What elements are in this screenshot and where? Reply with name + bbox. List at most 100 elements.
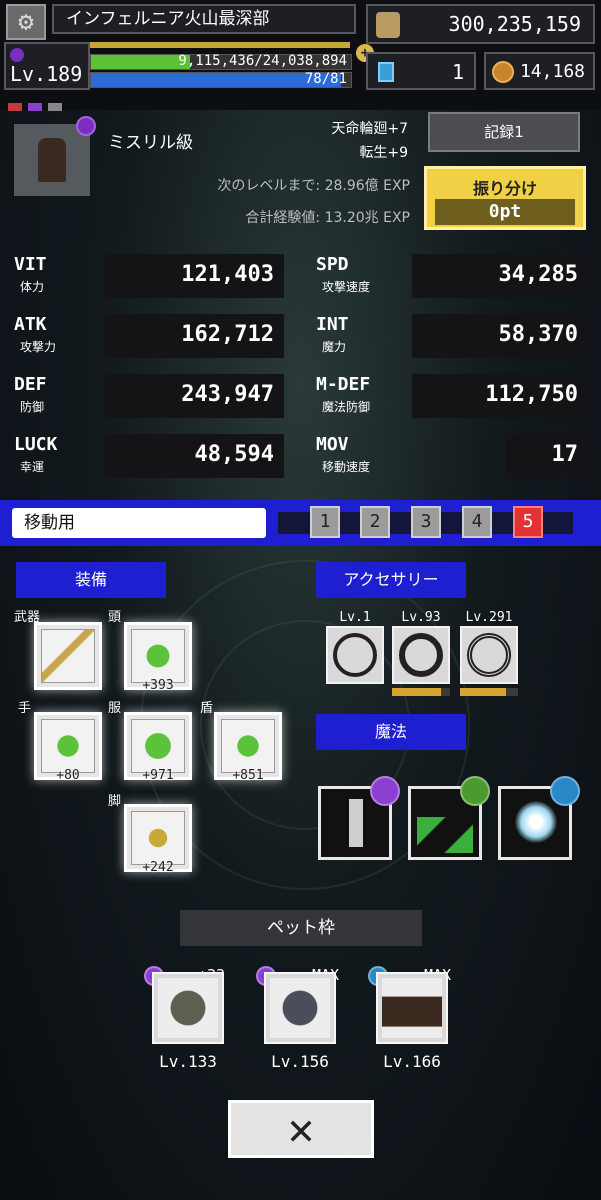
rank-orb-icon: [10, 48, 24, 62]
stat-label-def: DEF: [14, 374, 47, 395]
legs-slot[interactable]: +242: [124, 804, 192, 875]
pet-slot-1[interactable]: [152, 972, 224, 1044]
buff-icon-purple: [28, 103, 42, 111]
accessory-2-level: Lv.93: [401, 610, 441, 625]
stat-jp-mdef: 魔法防御: [322, 400, 371, 414]
gargoyle-icon: [270, 978, 330, 1038]
head-slot-label: 頭: [108, 610, 122, 625]
stat-box-int: 58,370: [412, 314, 588, 358]
head-slot[interactable]: +393: [124, 622, 192, 693]
legs-slot-label: 脚: [108, 794, 122, 809]
dragon-gauntlet-icon: [41, 719, 95, 773]
gold-amount: 300,235,159: [448, 12, 581, 36]
pet-slot-3[interactable]: [376, 972, 448, 1044]
weapon-slot[interactable]: [34, 622, 102, 690]
magic-3-orb-icon: [550, 776, 580, 806]
status-effect-icons: [8, 96, 78, 111]
hp-bar: 9,115,436/24,038,894: [90, 53, 352, 70]
loadout-slot-1[interactable]: 1: [310, 506, 340, 538]
stat-value-vit: 121,403: [181, 262, 274, 287]
accessory-1-level: Lv.1: [339, 610, 371, 625]
head-bonus: +393: [142, 678, 174, 693]
player-level: Lv.189: [10, 62, 83, 86]
coin-panel: 14,168: [484, 52, 595, 90]
legs-bonus: +242: [142, 860, 174, 875]
hand-slot-label: 手: [18, 701, 32, 716]
pet-1-level: Lv.133: [159, 1052, 217, 1071]
dragon-boots-icon: [131, 811, 185, 865]
stat-label-mov: MOV: [316, 434, 349, 455]
loadout-slot-5[interactable]: 5: [513, 506, 543, 538]
stat-box-luck: 48,594: [104, 434, 284, 478]
accessory-slot-3[interactable]: [460, 626, 518, 684]
pet-3-level: Lv.166: [383, 1052, 441, 1071]
coin-amount: 14,168: [519, 61, 585, 82]
stat-box-vit: 121,403: [104, 254, 284, 298]
accessory-slot-1[interactable]: [326, 626, 384, 684]
close-button[interactable]: ✕: [228, 1100, 374, 1158]
knight-chess-icon: [333, 633, 377, 677]
mp-text: 78/81: [304, 71, 347, 87]
record-button[interactable]: 記録1: [428, 112, 580, 152]
stat-label-mdef: M-DEF: [316, 374, 371, 395]
shield-slot[interactable]: +851: [214, 712, 282, 783]
stat-jp-vit: 体力: [20, 280, 45, 294]
slime-egg-icon: [158, 978, 218, 1038]
stat-jp-def: 防御: [20, 400, 45, 414]
loadout-slot-4[interactable]: 4: [462, 506, 492, 538]
stat-jp-spd: 攻撃速度: [322, 280, 371, 294]
level-panel: Lv.189: [4, 42, 90, 90]
hand-slot[interactable]: +80: [34, 712, 102, 783]
dragon-helmet-icon: [131, 629, 185, 683]
stat-label-spd: SPD: [316, 254, 349, 275]
next-level-exp: 次のレベルまで: 28.96億 EXP: [217, 178, 410, 194]
loadout-slot-2[interactable]: 2: [360, 506, 390, 538]
allocate-points: 0pt: [435, 199, 575, 225]
gold-panel: 300,235,159: [366, 4, 595, 44]
stat-box-spd: 34,285: [412, 254, 588, 298]
stat-box-mov: 17: [506, 434, 588, 478]
spear-icon: [41, 629, 95, 683]
mp-fill: [91, 73, 341, 87]
allocate-points-button[interactable]: 振り分け 0pt: [424, 166, 586, 230]
body-bonus: +971: [142, 768, 174, 783]
stat-value-luck: 48,594: [194, 442, 274, 467]
loadout-slot-3[interactable]: 3: [411, 506, 441, 538]
stat-jp-atk: 攻撃力: [20, 340, 57, 354]
dragon-shield-icon: [221, 719, 275, 773]
equipment-header: 装備: [16, 562, 166, 598]
settings-gear-icon[interactable]: ⚙: [6, 4, 46, 40]
fate-cycle: 天命輪廻+7: [331, 121, 408, 137]
dragon-armor-icon: [131, 719, 185, 773]
allocate-label: 振り分け: [472, 179, 537, 198]
gem-icon: [378, 62, 394, 82]
magic-2-orb-icon: [460, 776, 490, 806]
stat-label-vit: VIT: [14, 254, 47, 275]
stat-value-spd: 34,285: [498, 262, 578, 287]
accessory-3-level: Lv.291: [465, 610, 513, 625]
close-x-icon: ✕: [287, 1104, 315, 1155]
rank-orb-icon: [76, 116, 96, 136]
shield-bonus: +851: [232, 768, 264, 783]
stat-box-atk: 162,712: [104, 314, 284, 358]
accessory-slot-2[interactable]: [392, 626, 450, 684]
accessory-header: アクセサリー: [316, 562, 466, 598]
coin-icon: [492, 61, 514, 83]
pirate-ship-icon: [382, 978, 442, 1038]
ice-burst-spell-icon: [515, 801, 557, 843]
stat-value-mdef: 112,750: [485, 382, 578, 407]
stat-jp-int: 魔力: [322, 340, 347, 354]
green-fang-spell-icon: [417, 817, 473, 853]
pet-2-level: Lv.156: [271, 1052, 329, 1071]
stat-jp-mov: 移動速度: [322, 460, 371, 474]
loadout-name-field[interactable]: 移動用: [12, 508, 266, 538]
hp-fill: [91, 55, 190, 69]
accessory-2-progress-fill: [392, 688, 442, 696]
stat-box-def: 243,947: [104, 374, 284, 418]
gold-bag-icon: [376, 12, 400, 38]
pet-slot-2[interactable]: [264, 972, 336, 1044]
accessory-3-progress-fill: [460, 688, 507, 696]
body-slot[interactable]: +971: [124, 712, 192, 783]
hp-text: 9,115,436/24,038,894: [178, 53, 347, 69]
accessory-2-progress: [392, 688, 450, 696]
